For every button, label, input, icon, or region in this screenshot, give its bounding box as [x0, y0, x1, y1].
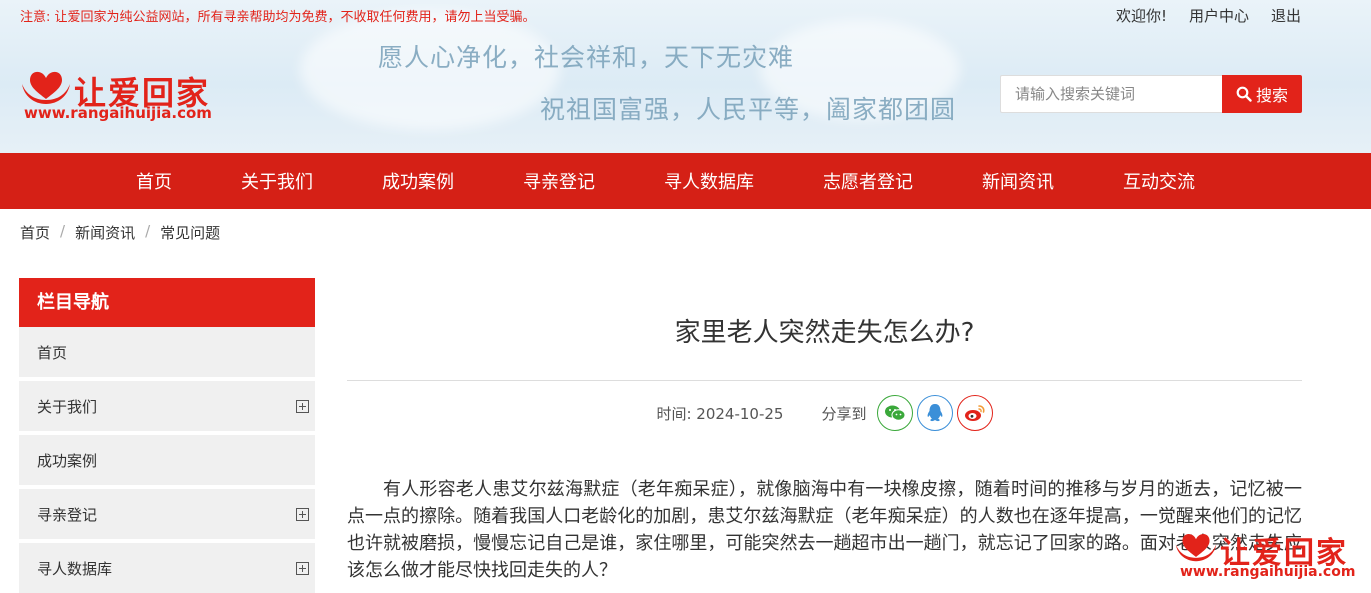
breadcrumb-news[interactable]: 新闻资讯 [75, 222, 135, 243]
user-links: 欢迎你! 用户中心 退出 [1116, 5, 1301, 26]
site-logo[interactable]: 让爱回家 www.rangaihuijia.com [18, 64, 248, 124]
heart-hands-logo-icon [1175, 534, 1217, 562]
slogan-line-1: 愿人心净化，社会祥和，天下无灾难 [378, 43, 795, 72]
sidebar-item-label: 寻人数据库 [37, 559, 113, 578]
share-wechat-button[interactable] [876, 395, 913, 431]
publish-time: 时间: 2024-10-25 [656, 404, 784, 423]
nav-item-success-cases[interactable]: 成功案例 [361, 168, 475, 194]
nav-item-volunteer-registration[interactable]: 志愿者登记 [802, 168, 934, 194]
site-header: 注意: 让爱回家为纯公益网站，所有寻亲帮助均为免费，不收取任何费用，请勿上当受骗… [0, 0, 1371, 153]
search-button-label: 搜索 [1255, 86, 1288, 105]
sidebar-item-family-search-registration[interactable]: 寻亲登记 [19, 489, 315, 539]
nav-item-news[interactable]: 新闻资讯 [961, 168, 1075, 194]
logo-url: www.rangaihuijia.com [24, 104, 212, 122]
share-qq-button[interactable] [916, 395, 953, 431]
breadcrumb-home[interactable]: 首页 [20, 222, 50, 243]
wechat-icon [884, 405, 905, 421]
breadcrumb-current: 常见问题 [160, 224, 221, 242]
sidebar-item-success-cases[interactable]: 成功案例 [19, 435, 315, 485]
slogan-line-2: 祝祖国富强，人民平等，阖家都团圆 [540, 95, 957, 124]
watermark-url: www.rangaihuijia.com [1180, 564, 1356, 580]
breadcrumb-separator: / [60, 222, 66, 240]
nav-item-family-search-registration[interactable]: 寻亲登记 [502, 168, 616, 194]
sidebar-item-label: 首页 [37, 343, 68, 362]
qq-icon [927, 404, 942, 422]
sidebar-title: 栏目导航 [19, 278, 315, 327]
article-body: 有人形容老人患艾尔兹海默症（老年痴呆症），就像脑海中有一块橡皮擦，随着时间的推移… [347, 479, 1302, 581]
search-bar: 搜索 [1000, 75, 1302, 113]
nav-item-interaction[interactable]: 互动交流 [1102, 168, 1216, 194]
sidebar-item-label: 关于我们 [37, 397, 98, 416]
logout-link[interactable]: 退出 [1271, 5, 1301, 26]
nav-item-home[interactable]: 首页 [115, 168, 193, 194]
watermark-logo: 让爱回家 www.rangaihuijia.com [1172, 528, 1371, 584]
title-divider [347, 380, 1302, 381]
article-meta: 时间: 2024-10-25 分享到 [347, 395, 1302, 431]
sidebar-item-missing-persons-database[interactable]: 寻人数据库 [19, 543, 315, 593]
breadcrumb-separator: / [145, 222, 151, 240]
heart-hands-logo-icon [22, 71, 70, 104]
expand-plus-icon[interactable] [296, 561, 309, 575]
article: 家里老人突然走失怎么办? 时间: 2024-10-25 分享到 有人形容老人患艾… [347, 278, 1302, 584]
breadcrumb: 首页 / 新闻资讯 / 常见问题 [20, 222, 220, 243]
sidebar-item-label: 成功案例 [37, 451, 98, 470]
weibo-icon [964, 405, 985, 421]
main-nav: 首页 关于我们 成功案例 寻亲登记 寻人数据库 志愿者登记 新闻资讯 互动交流 [0, 153, 1371, 209]
welcome-link[interactable]: 欢迎你! [1116, 5, 1167, 26]
expand-plus-icon[interactable] [296, 399, 309, 413]
article-title: 家里老人突然走失怎么办? [674, 318, 975, 348]
share-weibo-button[interactable] [956, 395, 993, 431]
sidebar-item-label: 寻亲登记 [37, 505, 98, 524]
user-center-link[interactable]: 用户中心 [1189, 5, 1249, 26]
expand-plus-icon[interactable] [296, 507, 309, 521]
scam-warning-notice: 注意: 让爱回家为纯公益网站，所有寻亲帮助均为免费，不收取任何费用，请勿上当受骗… [20, 10, 536, 25]
sidebar-item-home[interactable]: 首页 [19, 327, 315, 377]
search-button[interactable]: 搜索 [1222, 75, 1302, 113]
search-input[interactable] [1000, 75, 1222, 113]
nav-item-missing-persons-database[interactable]: 寻人数据库 [643, 168, 775, 194]
search-icon [1236, 86, 1252, 102]
nav-item-about[interactable]: 关于我们 [220, 168, 334, 194]
share-label: 分享到 [821, 404, 867, 423]
sidebar: 栏目导航 首页 关于我们 成功案例 寻亲登记 寻人数据库 [19, 278, 315, 593]
sidebar-item-about[interactable]: 关于我们 [19, 381, 315, 431]
